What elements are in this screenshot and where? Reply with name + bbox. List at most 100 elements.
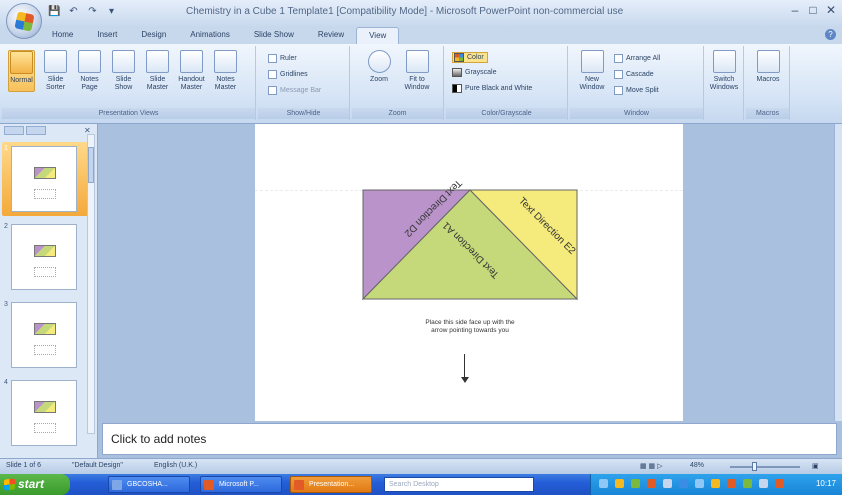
slides-scrollbar[interactable] — [87, 134, 95, 434]
group-window: New Window Arrange All Cascade Move Spli… — [570, 46, 704, 120]
view-buttons-icon[interactable]: ▦ ▦ ▷ — [640, 462, 663, 470]
tab-design[interactable]: Design — [129, 27, 178, 44]
notes-pane[interactable]: Click to add notes — [102, 423, 837, 455]
slide-sorter-button[interactable]: Slide Sorter — [42, 50, 69, 92]
tray-icon[interactable] — [695, 479, 704, 488]
tab-home[interactable]: Home — [40, 27, 85, 44]
fit-slide-icon[interactable]: ▣ — [812, 462, 819, 470]
tab-slide-show[interactable]: Slide Show — [242, 27, 306, 44]
cascade-icon — [614, 70, 623, 79]
notes-master-button[interactable]: Notes Master — [212, 50, 239, 92]
scroll-thumb[interactable] — [88, 147, 94, 183]
tray-icon[interactable] — [775, 479, 784, 488]
slide-show-icon — [112, 50, 135, 73]
tray-icon[interactable] — [663, 479, 672, 488]
tray-icon[interactable] — [759, 479, 768, 488]
group-color-grayscale: Color Grayscale Pure Black and White Col… — [446, 46, 568, 120]
tray-icon[interactable] — [743, 479, 752, 488]
desktop-search-input[interactable]: Search Desktop — [384, 477, 534, 492]
switch-windows-icon — [712, 50, 736, 73]
maximize-icon[interactable]: □ — [806, 3, 820, 17]
tab-review[interactable]: Review — [306, 27, 356, 44]
group-label: Presentation Views — [2, 108, 255, 119]
undo-icon[interactable]: ↶ — [67, 6, 80, 18]
thumbnail-preview — [11, 146, 77, 212]
message-bar-checkbox[interactable]: Message Bar — [268, 86, 321, 95]
tab-animations[interactable]: Animations — [178, 27, 242, 44]
grayscale-button[interactable]: Grayscale — [452, 68, 497, 77]
switch-windows-button[interactable]: Switch Windows — [708, 50, 740, 92]
close-icon[interactable]: ✕ — [824, 3, 838, 17]
thumbnail-preview — [11, 302, 77, 368]
tray-icon[interactable] — [679, 479, 688, 488]
thumbnail-preview — [11, 380, 77, 446]
slide-thumbnail[interactable]: 4 — [2, 376, 88, 450]
clock[interactable]: 10:17 — [816, 479, 836, 488]
fit-to-window-button[interactable]: Fit to Window — [400, 50, 434, 92]
start-button[interactable]: start — [0, 474, 70, 495]
tray-icon[interactable] — [647, 479, 656, 488]
tray-icon[interactable] — [631, 479, 640, 488]
move-split-button[interactable]: Move Split — [614, 86, 659, 95]
slide-thumbnail[interactable]: 3 — [2, 298, 88, 372]
zoom-button[interactable]: Zoom — [364, 50, 394, 84]
color-button[interactable]: Color — [452, 52, 488, 63]
slide-canvas[interactable]: Text Direction D2 Text Direction A1 Text… — [255, 124, 683, 421]
slide-master-button[interactable]: Slide Master — [144, 50, 171, 92]
pure-black-white-button[interactable]: Pure Black and White — [452, 84, 532, 93]
group-macros: Macros Macros — [746, 46, 790, 120]
language-indicator[interactable]: English (U.K.) — [154, 462, 197, 469]
handout-master-button[interactable]: Handout Master — [178, 50, 205, 92]
slide-thumbnail[interactable]: 1 — [2, 142, 88, 216]
group-presentation-views: Normal Slide Sorter Notes Page Slide Sho… — [2, 46, 256, 120]
group-label: Color/Grayscale — [446, 108, 567, 119]
slide-sorter-icon — [44, 50, 67, 73]
arrange-all-button[interactable]: Arrange All — [614, 54, 660, 63]
zoom-slider-knob[interactable] — [752, 462, 757, 471]
normal-view-button[interactable]: Normal — [8, 50, 35, 92]
zoom-slider[interactable] — [730, 466, 800, 468]
help-icon[interactable]: ? — [825, 29, 836, 40]
minimize-icon[interactable]: – — [788, 3, 802, 17]
office-button[interactable] — [6, 3, 42, 39]
redo-icon[interactable]: ↷ — [86, 6, 99, 18]
taskbar-item-active[interactable]: Presentation... — [290, 476, 372, 493]
window-title: Chemistry in a Cube 1 Template1 [Compati… — [186, 6, 624, 17]
cascade-button[interactable]: Cascade — [614, 70, 654, 79]
notes-page-button[interactable]: Notes Page — [76, 50, 103, 92]
status-bar: Slide 1 of 6 "Default Design" English (U… — [0, 458, 842, 474]
taskbar-item[interactable]: Microsoft P... — [200, 476, 282, 493]
theme-name: "Default Design" — [72, 462, 123, 469]
group-show-hide: Ruler Gridlines Message Bar Show/Hide — [258, 46, 350, 120]
notes-placeholder: Click to add notes — [111, 432, 207, 446]
tray-icon[interactable] — [599, 479, 608, 488]
gridlines-checkbox[interactable]: Gridlines — [268, 70, 308, 79]
group-label: Macros — [746, 108, 789, 119]
slide-show-button[interactable]: Slide Show — [110, 50, 137, 92]
main-scrollbar[interactable] — [834, 124, 842, 421]
black-white-icon — [452, 84, 462, 93]
group-zoom: Zoom Fit to Window Zoom — [352, 46, 444, 120]
outline-tab[interactable] — [26, 126, 46, 135]
group-switch-windows: Switch Windows — [704, 46, 744, 120]
customize-qat-icon[interactable]: ▾ — [105, 6, 118, 18]
save-icon[interactable]: 💾 — [48, 6, 61, 18]
fit-to-window-icon — [405, 50, 429, 73]
system-tray: 10:17 — [590, 474, 842, 495]
ruler-checkbox[interactable]: Ruler — [268, 54, 297, 63]
slides-tab[interactable] — [4, 126, 24, 135]
tab-insert[interactable]: Insert — [85, 27, 129, 44]
window-controls: – □ ✕ — [788, 3, 838, 17]
triangle-diagram[interactable]: Text Direction D2 Text Direction A1 Text… — [255, 124, 683, 421]
taskbar-item[interactable]: GBCOSHA... — [108, 476, 190, 493]
slide-thumbnail[interactable]: 2 — [2, 220, 88, 294]
tab-view[interactable]: View — [356, 27, 400, 44]
new-window-button[interactable]: New Window — [576, 50, 608, 92]
macros-button[interactable]: Macros — [752, 50, 784, 84]
ribbon: Normal Slide Sorter Notes Page Slide Sho… — [0, 44, 842, 124]
tray-icon[interactable] — [727, 479, 736, 488]
zoom-level[interactable]: 48% — [690, 462, 704, 469]
tray-icon[interactable] — [615, 479, 624, 488]
app-icon — [112, 480, 122, 490]
tray-icon[interactable] — [711, 479, 720, 488]
